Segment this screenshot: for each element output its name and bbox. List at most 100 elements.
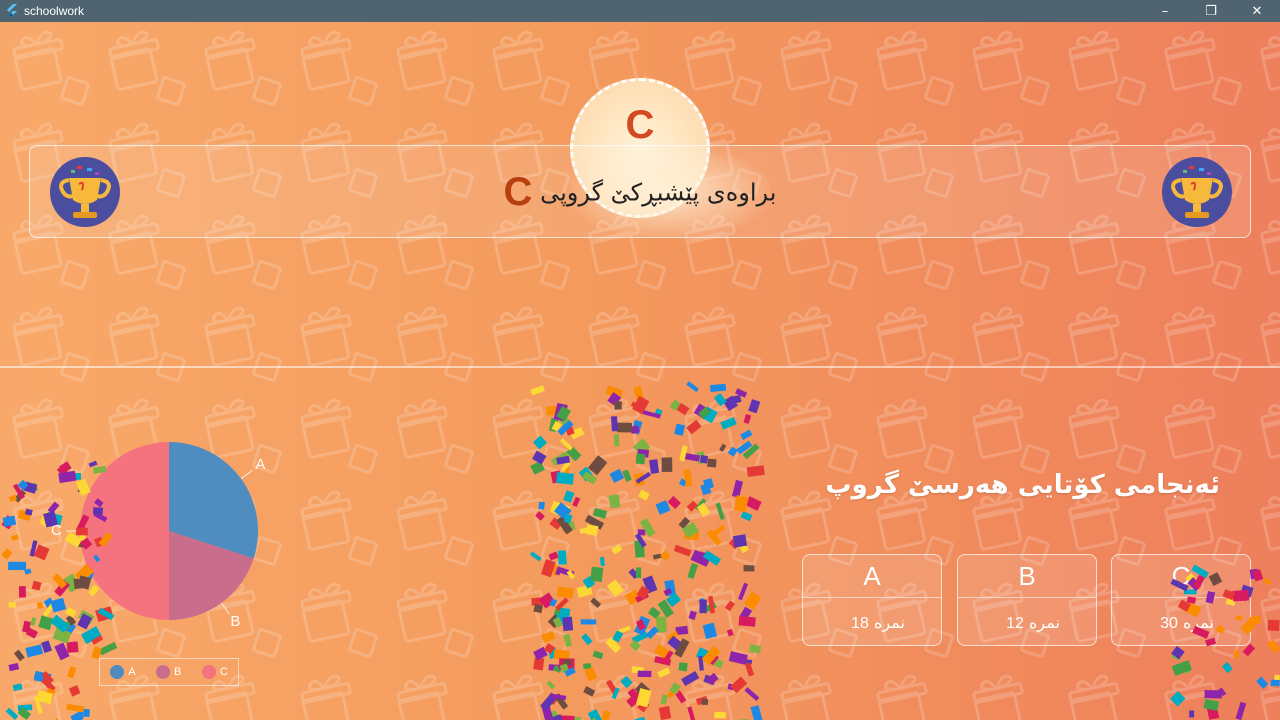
confetti-piece <box>699 599 707 614</box>
confetti-piece <box>88 584 100 597</box>
confetti-piece <box>41 640 53 654</box>
confetti-piece <box>532 435 547 450</box>
confetti-piece <box>1170 691 1186 707</box>
confetti-piece <box>699 454 708 464</box>
confetti-piece <box>613 434 620 447</box>
confetti-piece <box>660 550 671 561</box>
confetti-piece <box>635 567 642 578</box>
confetti-piece <box>660 694 668 705</box>
confetti-piece <box>1186 596 1197 604</box>
confetti-piece <box>686 381 699 393</box>
confetti-piece <box>587 708 604 720</box>
minimize-button[interactable]: – <box>1142 0 1188 22</box>
confetti-piece <box>587 455 608 476</box>
confetti-piece <box>563 633 573 648</box>
confetti-piece <box>687 562 699 580</box>
confetti-piece <box>744 662 755 677</box>
confetti-piece <box>548 551 559 561</box>
confetti-piece <box>532 450 547 465</box>
confetti-piece <box>701 699 708 705</box>
confetti-piece <box>681 671 700 687</box>
confetti-piece <box>743 413 752 424</box>
confetti-piece <box>66 641 79 653</box>
confetti-piece <box>1267 619 1280 632</box>
confetti-piece <box>76 527 88 536</box>
confetti-piece <box>38 615 54 631</box>
confetti-piece <box>719 443 727 452</box>
confetti-piece <box>590 597 602 608</box>
close-button[interactable]: ✕ <box>1234 0 1280 22</box>
confetti-piece <box>563 490 575 503</box>
confetti-piece <box>667 495 681 510</box>
confetti-piece <box>13 649 25 662</box>
confetti-piece <box>610 416 619 432</box>
confetti-piece <box>601 709 611 720</box>
confetti-piece <box>590 566 604 582</box>
confetti-piece <box>686 500 699 512</box>
confetti-piece <box>535 511 545 521</box>
confetti-piece <box>635 453 646 465</box>
confetti-piece <box>740 429 753 440</box>
confetti-animation <box>1 381 1280 720</box>
confetti-piece <box>738 582 749 601</box>
confetti-piece <box>724 600 735 612</box>
confetti-piece <box>709 383 727 393</box>
confetti-piece <box>1204 690 1223 699</box>
confetti-piece <box>556 472 574 485</box>
confetti-piece <box>1215 624 1226 635</box>
confetti-piece <box>1222 662 1233 674</box>
confetti-piece <box>581 633 593 646</box>
confetti-piece <box>1205 591 1216 604</box>
confetti-piece <box>1189 710 1195 718</box>
confetti-piece <box>705 672 719 685</box>
confetti-piece <box>25 644 44 658</box>
confetti-piece <box>572 496 581 508</box>
confetti-piece <box>8 561 27 571</box>
confetti-piece <box>1263 577 1272 586</box>
confetti-piece <box>12 683 23 692</box>
confetti-piece <box>75 478 91 496</box>
confetti-piece <box>546 680 556 690</box>
confetti-piece <box>530 385 545 396</box>
confetti-piece <box>732 534 748 548</box>
confetti-piece <box>617 422 633 433</box>
confetti-piece <box>620 675 633 689</box>
confetti-piece <box>720 417 737 430</box>
confetti-piece <box>726 628 734 637</box>
confetti-piece <box>559 438 573 451</box>
confetti-piece <box>678 662 688 672</box>
confetti-piece <box>743 565 755 572</box>
confetti-piece <box>557 550 567 565</box>
confetti-piece <box>638 489 650 501</box>
confetti-piece <box>5 707 19 720</box>
confetti-piece <box>580 619 597 625</box>
confetti-piece <box>66 703 85 713</box>
confetti-piece <box>8 494 18 503</box>
confetti-piece <box>749 644 762 654</box>
confetti-piece <box>1242 643 1256 657</box>
confetti-piece <box>715 502 725 520</box>
confetti-piece <box>622 469 632 482</box>
confetti-piece <box>2 515 17 527</box>
confetti-piece <box>599 556 605 567</box>
confetti-piece <box>1192 625 1210 639</box>
confetti-piece <box>65 606 77 618</box>
confetti-piece <box>8 602 16 608</box>
confetti-piece <box>541 630 556 643</box>
confetti-piece <box>538 501 545 510</box>
confetti-piece <box>583 686 596 697</box>
maximize-button[interactable]: ❐ <box>1188 0 1234 22</box>
confetti-piece <box>592 650 604 660</box>
confetti-piece <box>93 507 104 515</box>
confetti-piece <box>530 460 545 475</box>
confetti-piece <box>614 401 622 410</box>
confetti-piece <box>606 579 624 598</box>
confetti-piece <box>18 586 26 598</box>
confetti-piece <box>1266 639 1280 654</box>
confetti-piece <box>637 670 652 678</box>
confetti-piece <box>1270 679 1280 687</box>
confetti-piece <box>1 548 13 560</box>
confetti-piece <box>750 705 763 720</box>
confetti-piece <box>611 544 623 555</box>
confetti-piece <box>556 586 574 599</box>
